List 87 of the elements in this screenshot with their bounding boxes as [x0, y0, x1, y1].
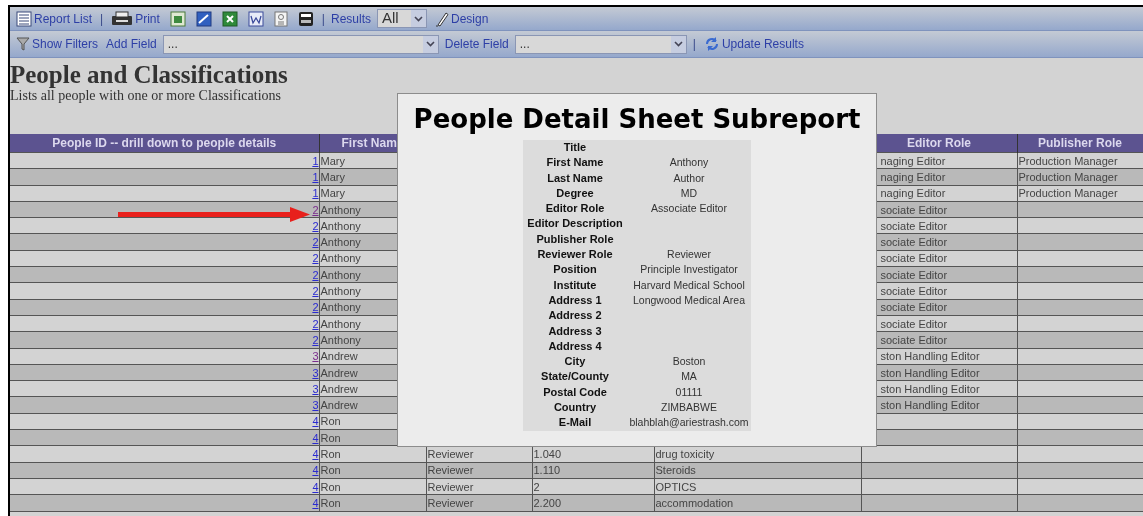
people-id-link[interactable]: 3 — [312, 366, 318, 379]
table-cell: Production Manager — [1017, 152, 1143, 169]
column-header: Publisher Role — [1017, 134, 1143, 153]
separator: | — [692, 36, 696, 53]
field-value: 01111 — [675, 385, 703, 398]
chart-icon[interactable] — [193, 10, 214, 27]
field-value: Author — [673, 171, 705, 184]
field-value: Harvard Medical School — [633, 278, 745, 291]
separator: | — [100, 10, 104, 28]
people-id-link[interactable]: 2 — [312, 285, 318, 297]
document-icon[interactable] — [245, 10, 266, 27]
field-value: Anthony — [669, 156, 709, 169]
field-value: MA — [681, 370, 697, 383]
field-value: Associate Editor — [651, 202, 727, 215]
field-value: Principle Investigator — [640, 263, 738, 276]
people-id-link[interactable]: 2 — [312, 203, 318, 216]
people-id-link[interactable]: 4 — [312, 496, 318, 509]
dropdown-field[interactable]: ... — [162, 34, 439, 54]
people-id-link[interactable]: 2 — [312, 252, 318, 265]
people-id-link[interactable]: 2 — [312, 301, 318, 314]
people-id-link[interactable]: 1 — [312, 187, 318, 200]
field-label: Postal Code — [543, 385, 607, 398]
field-label: Last Name — [547, 171, 603, 184]
field-value: blahblah@ariestrash.com — [629, 416, 749, 429]
field-label: State/County — [541, 370, 609, 383]
people-id-link[interactable]: 2 — [312, 317, 318, 330]
field-label: First Name — [546, 156, 604, 169]
field-label: Country — [553, 401, 597, 414]
field-label: Degree — [556, 186, 594, 199]
field-label: Address 2 — [548, 309, 602, 322]
refresh-icon — [703, 36, 720, 52]
toolbar-button[interactable]: Report List — [14, 9, 95, 28]
toolbar-button[interactable]: Update Results — [701, 35, 806, 53]
field-label: City — [564, 355, 586, 368]
people-id-link[interactable]: 3 — [312, 350, 318, 363]
field-value: Longwood Medical Area — [632, 293, 746, 306]
chevron-icon — [422, 35, 438, 53]
people-id-link[interactable]: 1 — [312, 154, 318, 167]
field-label: Institute — [553, 278, 597, 291]
column-header: People ID -- drill down to people details — [10, 134, 319, 153]
field-label: E-Mail — [558, 416, 592, 429]
field-value: Reviewer — [667, 248, 711, 261]
field-label: Add Field — [106, 36, 157, 53]
field-label: Address 1 — [548, 293, 602, 306]
field-label: Delete Field — [444, 36, 509, 53]
people-id-link[interactable]: 3 — [312, 399, 318, 412]
report-subtitle: Lists all people with one or more Classifications — [10, 88, 282, 104]
page-icon[interactable] — [271, 10, 290, 27]
field-label: Publisher Role — [536, 232, 614, 245]
pdf-printer-icon — [111, 10, 134, 27]
people-id-link[interactable]: 2 — [312, 219, 318, 232]
separator: | — [321, 10, 325, 28]
list-icon — [16, 10, 32, 27]
people-id-link[interactable]: 4 — [312, 431, 318, 444]
people-id-link[interactable]: 4 — [312, 480, 318, 493]
field-label: Address 3 — [548, 324, 602, 337]
spreadsheet-icon[interactable] — [167, 10, 188, 27]
toolbar-button[interactable]: Print — [109, 9, 162, 28]
popup-title: People Detail Sheet Subreport — [412, 104, 862, 134]
people-id-link[interactable]: 2 — [312, 236, 318, 249]
field-label: Position — [553, 263, 597, 276]
field-value: ZIMBABWE — [661, 401, 717, 414]
pencil-icon — [435, 10, 449, 27]
toolbar-button[interactable]: Design — [433, 9, 491, 28]
people-id-link[interactable]: 4 — [312, 448, 318, 460]
field-label: Title — [563, 141, 587, 153]
people-id-link[interactable]: 4 — [312, 415, 318, 428]
dropdown-field[interactable]: ... — [514, 34, 687, 54]
field-label: Reviewer Role — [537, 248, 613, 261]
people-id-link[interactable]: 1 — [312, 170, 318, 183]
people-id-link[interactable]: 2 — [312, 333, 318, 346]
field-label: Address 4 — [548, 339, 602, 352]
field-label: Editor Role — [545, 202, 605, 215]
chevron-icon — [411, 10, 426, 27]
toolbar-button[interactable]: Show Filters — [14, 35, 101, 53]
people-id-link[interactable]: 4 — [312, 464, 318, 477]
chevron-icon — [670, 35, 686, 53]
spreadsheet-icon[interactable] — [219, 10, 240, 27]
report-title: People and Classifications — [10, 62, 289, 88]
field-label: Results — [330, 10, 371, 28]
field-label: Editor Description — [527, 217, 623, 230]
funnel-icon — [16, 36, 30, 52]
dropdown-field[interactable]: All — [377, 9, 427, 28]
people-id-link[interactable]: 3 — [312, 382, 318, 395]
people-id-link[interactable]: 2 — [312, 268, 318, 281]
field-value: MD — [680, 186, 698, 199]
field-value: Boston — [672, 355, 706, 368]
